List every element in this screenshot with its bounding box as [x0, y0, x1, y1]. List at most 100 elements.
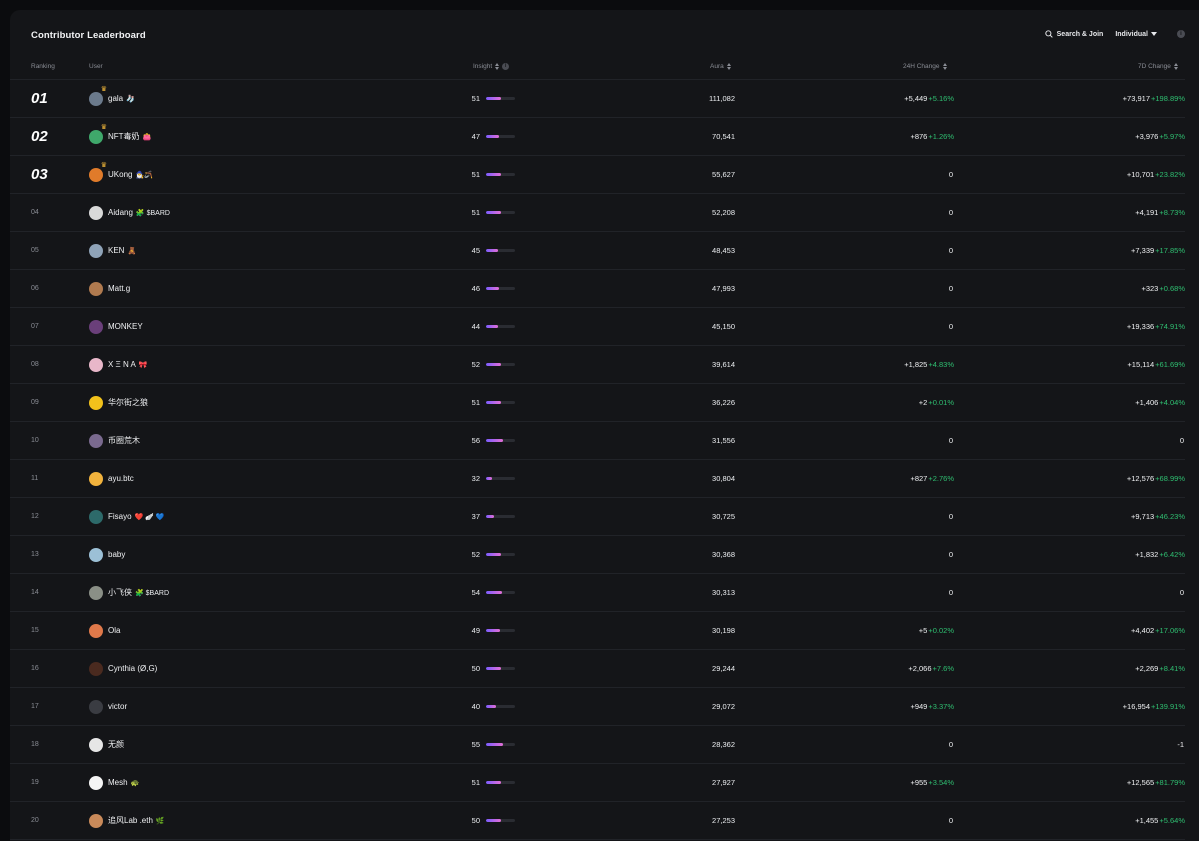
- user-cell[interactable]: 小飞侠 🧩 $BARD: [89, 574, 169, 611]
- change-7d-percent: +81.79%: [1155, 778, 1185, 787]
- avatar[interactable]: [89, 699, 103, 714]
- user-cell[interactable]: 币圈荒木: [89, 422, 143, 459]
- search-join-button[interactable]: Search & Join: [1044, 30, 1103, 38]
- user-name[interactable]: ayu.btc: [108, 474, 134, 483]
- insight-bar: [486, 553, 515, 556]
- avatar[interactable]: [89, 243, 103, 258]
- avatar[interactable]: [89, 319, 103, 334]
- user-cell[interactable]: ♛ NFT毒奶 👛: [89, 118, 151, 155]
- avatar[interactable]: ♛: [89, 162, 107, 182]
- user-cell[interactable]: 无颜: [89, 726, 127, 763]
- column-aura[interactable]: Aura: [710, 63, 731, 70]
- table-row[interactable]: 15 Ola 49 30,198 +5+0.02% +4,402+17.06%: [10, 612, 1185, 650]
- avatar[interactable]: [89, 357, 103, 372]
- user-name[interactable]: Cynthia (Ø,G): [108, 664, 157, 673]
- view-type-dropdown[interactable]: Individual: [1115, 31, 1157, 38]
- user-cell[interactable]: victor: [89, 688, 130, 725]
- table-row[interactable]: 19 Mesh 🐢 51 27,927 +955+3.54% +12,565+81.79%: [10, 764, 1185, 802]
- avatar[interactable]: [89, 509, 103, 524]
- user-cell[interactable]: ♛ UKong 🧙‍♂️🪃: [89, 156, 153, 193]
- user-name[interactable]: Aidang: [108, 208, 133, 217]
- avatar[interactable]: ♛: [89, 124, 107, 144]
- user-cell[interactable]: ♛ gala 🧦: [89, 80, 135, 117]
- change-24h: 0: [949, 498, 954, 535]
- user-name[interactable]: UKong: [108, 170, 132, 179]
- user-name[interactable]: Ola: [108, 626, 120, 635]
- table-row[interactable]: 10 币圈荒木 56 31,556 0 0: [10, 422, 1185, 460]
- avatar[interactable]: [89, 281, 103, 296]
- table-row[interactable]: 07 MONKEY 44 45,150 0 +19,336+74.91%: [10, 308, 1185, 346]
- user-cell[interactable]: Aidang 🧩 $BARD: [89, 194, 170, 231]
- user-cell[interactable]: baby: [89, 536, 128, 573]
- info-icon[interactable]: i: [1177, 30, 1185, 38]
- user-emoji: 🧩 $BARD: [135, 209, 170, 217]
- user-cell[interactable]: ayu.btc: [89, 460, 137, 497]
- table-row[interactable]: 11 ayu.btc 32 30,804 +827+2.76% +12,576+68.99…: [10, 460, 1185, 498]
- user-cell[interactable]: Matt.g: [89, 270, 133, 307]
- user-cell[interactable]: X Ξ N A 🎀: [89, 346, 148, 383]
- table-row[interactable]: 05 KEN 🧸 45 48,453 0 +7,339+17.85%: [10, 232, 1185, 270]
- user-cell[interactable]: Ola: [89, 612, 123, 649]
- avatar[interactable]: [89, 395, 103, 410]
- insight-value: 47: [471, 132, 480, 141]
- table-row[interactable]: 14 小飞侠 🧩 $BARD 54 30,313 0 0: [10, 574, 1185, 612]
- user-cell[interactable]: Mesh 🐢: [89, 764, 139, 801]
- table-row[interactable]: 04 Aidang 🧩 $BARD 51 52,208 0 +4,191+8.73%: [10, 194, 1185, 232]
- rank-number: 03: [31, 166, 48, 183]
- table-row[interactable]: 02 ♛ NFT毒奶 👛 47 70,541 +876+1.26% +3,976+5.97%: [10, 118, 1185, 156]
- user-name[interactable]: Matt.g: [108, 284, 130, 293]
- table-row[interactable]: 08 X Ξ N A 🎀 52 39,614 +1,825+4.83% +15,114+61…: [10, 346, 1185, 384]
- sort-icon[interactable]: [495, 63, 500, 70]
- table-row[interactable]: 13 baby 52 30,368 0 +1,832+6.42%: [10, 536, 1185, 574]
- user-name[interactable]: 无颜: [108, 739, 124, 750]
- user-name[interactable]: Fisayo: [108, 512, 132, 521]
- user-name[interactable]: victor: [108, 702, 127, 711]
- avatar[interactable]: [89, 205, 103, 220]
- user-name[interactable]: 小飞侠: [108, 587, 132, 598]
- user-cell[interactable]: MONKEY: [89, 308, 146, 345]
- user-name[interactable]: NFT毒奶: [108, 131, 140, 142]
- user-cell[interactable]: 追风Lab .eth 🌿: [89, 802, 165, 839]
- table-row[interactable]: 09 华尔街之狼 51 36,226 +2+0.01% +1,406+4.04%: [10, 384, 1185, 422]
- table-row[interactable]: 03 ♛ UKong 🧙‍♂️🪃 51 55,627 0 +10,701+23.82%: [10, 156, 1185, 194]
- table-row[interactable]: 18 无颜 55 28,362 0 -1: [10, 726, 1185, 764]
- column-insight[interactable]: Insight i: [473, 63, 510, 70]
- avatar[interactable]: [89, 813, 103, 828]
- avatar[interactable]: [89, 471, 103, 486]
- user-name[interactable]: MONKEY: [108, 322, 143, 331]
- table-row[interactable]: 20 追风Lab .eth 🌿 50 27,253 0 +1,455+5.64%: [10, 802, 1185, 840]
- avatar[interactable]: [89, 661, 103, 676]
- user-cell[interactable]: KEN 🧸: [89, 232, 136, 269]
- user-name[interactable]: Mesh: [108, 778, 128, 787]
- avatar[interactable]: [89, 433, 103, 448]
- table-row[interactable]: 17 victor 40 29,072 +949+3.37% +16,954+139.91…: [10, 688, 1185, 726]
- user-name[interactable]: 华尔街之狼: [108, 397, 148, 408]
- table-row[interactable]: 01 ♛ gala 🧦 51 111,082 +5,449+5.16% +73,917+198…: [10, 80, 1185, 118]
- table-row[interactable]: 16 Cynthia (Ø,G) 50 29,244 +2,066+7.6% +2,269…: [10, 650, 1185, 688]
- avatar[interactable]: ♛: [89, 86, 107, 106]
- user-name[interactable]: gala: [108, 94, 123, 103]
- table-row[interactable]: 12 Fisayo ❤️ 🪽 💙 37 30,725 0 +9,713+46.23%: [10, 498, 1185, 536]
- avatar[interactable]: [89, 623, 103, 638]
- user-cell[interactable]: Fisayo ❤️ 🪽 💙: [89, 498, 165, 535]
- user-cell[interactable]: Cynthia (Ø,G): [89, 650, 160, 687]
- user-name[interactable]: X Ξ N A: [108, 360, 136, 369]
- insight-value: 56: [471, 436, 480, 445]
- aura-value: 31,556: [712, 436, 735, 445]
- column-7d-change[interactable]: 7D Change: [1138, 63, 1178, 70]
- sort-icon[interactable]: [726, 63, 731, 70]
- info-icon[interactable]: i: [502, 63, 510, 70]
- user-name[interactable]: 币圈荒木: [108, 435, 140, 446]
- table-row[interactable]: 06 Matt.g 46 47,993 0 +323+0.68%: [10, 270, 1185, 308]
- avatar[interactable]: [89, 585, 103, 600]
- avatar[interactable]: [89, 547, 103, 562]
- user-cell[interactable]: 华尔街之狼: [89, 384, 151, 421]
- user-name[interactable]: baby: [108, 550, 125, 559]
- column-24h-change[interactable]: 24H Change: [903, 63, 947, 70]
- user-name[interactable]: KEN: [108, 246, 124, 255]
- sort-icon[interactable]: [942, 63, 947, 70]
- avatar[interactable]: [89, 737, 103, 752]
- sort-icon[interactable]: [1173, 63, 1178, 70]
- avatar[interactable]: [89, 775, 103, 790]
- user-name[interactable]: 追风Lab .eth: [108, 815, 153, 826]
